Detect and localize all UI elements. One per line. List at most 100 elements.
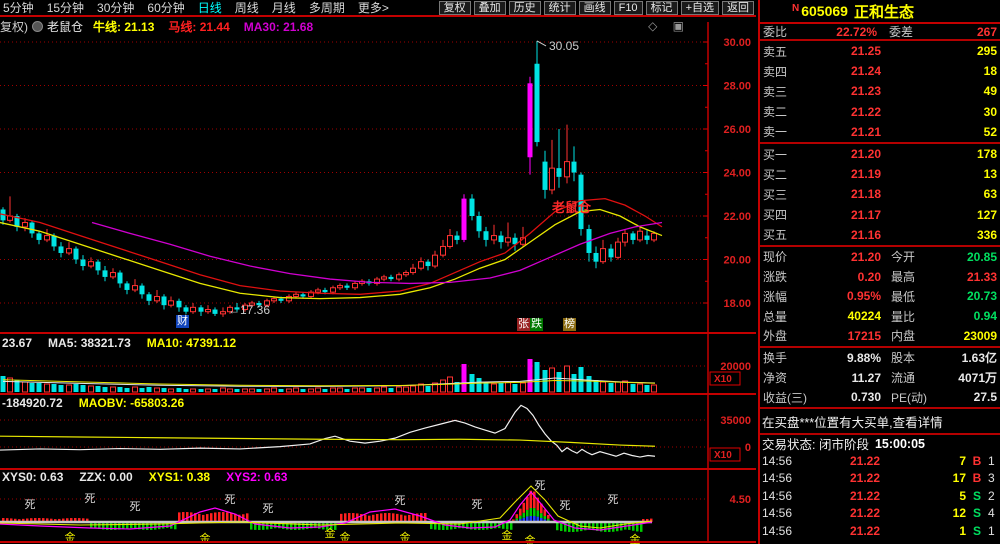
indicator-legend-item: XYS0: 0.63 <box>2 470 63 484</box>
svg-text:死: 死 <box>130 501 141 513</box>
toolbar-button-4[interactable]: 画线 <box>579 1 611 15</box>
indicator-legend-item: 23.67 <box>2 336 32 350</box>
stat-label: 今开 <box>891 248 935 265</box>
tx-extra: 1 <box>988 454 998 468</box>
bid-row[interactable]: 买三21.1863 <box>760 184 1000 204</box>
period-tab-6[interactable]: 月线 <box>272 0 296 16</box>
tx-price: 21.22 <box>810 524 880 538</box>
bid-row[interactable]: 买四21.17127 <box>760 205 1000 225</box>
stat-value: 0.730 <box>815 390 881 404</box>
svg-text:24.00: 24.00 <box>723 168 751 180</box>
indicator-name[interactable]: 老鼠仓 <box>47 18 83 35</box>
stat-value: 17215 <box>815 329 881 343</box>
stat-value: 40224 <box>815 309 881 323</box>
period-tab-5[interactable]: 周线 <box>235 0 259 16</box>
weicha-label: 委差 <box>889 23 933 40</box>
svg-text:金: 金 <box>630 532 641 544</box>
toolbar-button-1[interactable]: 叠加 <box>474 1 506 15</box>
indicator-legend-item: MAOBV: -65803.26 <box>79 396 184 410</box>
vol-axis-mult: X10 <box>710 372 740 385</box>
tx-row: 14:5621.2217B3 <box>760 470 1000 487</box>
candlesticks <box>1 41 657 317</box>
chart-badge[interactable]: 跌 <box>530 318 543 331</box>
period-tab-8[interactable]: 更多> <box>358 0 389 16</box>
tx-price: 21.22 <box>810 471 880 485</box>
toolbar-button-2[interactable]: 历史 <box>509 1 541 15</box>
svg-text:死: 死 <box>535 480 546 492</box>
ask-row[interactable]: 卖三21.2349 <box>760 81 1000 101</box>
tx-extra: 2 <box>988 489 998 503</box>
tx-side: B <box>966 471 988 485</box>
stat-value: 0.94 <box>935 309 997 323</box>
svg-text:22.00: 22.00 <box>723 211 751 223</box>
bid-row[interactable]: 买二21.1913 <box>760 164 1000 184</box>
ask-volume: 295 <box>881 44 997 58</box>
tx-extra: 4 <box>988 506 998 520</box>
stat-value: 0.20 <box>815 270 881 284</box>
indicator-dropdown-icon[interactable] <box>32 21 43 32</box>
period-tab-2[interactable]: 30分钟 <box>97 0 134 16</box>
stat-label: 最高 <box>891 268 935 285</box>
toolbar-buttons: 复权叠加历史统计画线F10标记+自选返回 <box>439 1 756 15</box>
stat-label: 股本 <box>891 349 935 366</box>
ask-row[interactable]: 卖五21.25295 <box>760 41 1000 61</box>
ma-lines: 30.05←17.36 <box>0 39 662 317</box>
stat-row: 收益(三)0.730PE(动)27.5 <box>760 387 1000 407</box>
tx-side: B <box>966 454 988 468</box>
chart-badge[interactable]: 财 <box>176 315 189 328</box>
obv-legend: -184920.72MAOBV: -65803.26 <box>2 396 200 410</box>
stat-row: 净资11.27流通4071万 <box>760 368 1000 388</box>
stat-row: 总量40224量比0.94 <box>760 306 1000 326</box>
stat-value: 20.85 <box>935 250 997 264</box>
tx-volume: 5 <box>880 489 966 503</box>
stock-header: N 605069 正和生态 <box>760 0 1000 24</box>
charts-canvas: 30.0028.0026.0024.0022.0020.0018.0030.05… <box>0 0 756 544</box>
big-order-alert-link[interactable]: 在买盘***位置有大买单,查看详情 <box>760 409 1000 433</box>
bid-price: 21.20 <box>811 147 881 161</box>
top-toolbar: 5分钟 15分钟 30分钟 60分钟日线周线月线多周期更多> 复权叠加历史统计画线F1… <box>0 0 756 17</box>
ask-price: 21.23 <box>811 84 881 98</box>
volume-legend: 23.67MA5: 38321.73MA10: 47391.12 <box>2 336 252 350</box>
chart-badge[interactable]: 榜 <box>563 318 576 331</box>
period-tab-1[interactable]: 15分钟 <box>47 0 84 16</box>
transaction-list[interactable]: 14:5621.227B114:5621.2217B314:5621.225S2… <box>760 452 1000 539</box>
toolbar-button-6[interactable]: 标记 <box>646 1 678 15</box>
stat-value: 27.5 <box>935 390 997 404</box>
ask-volume: 49 <box>881 84 997 98</box>
toolbar-button-0[interactable]: 复权 <box>439 1 471 15</box>
stat-label: 现价 <box>763 248 815 265</box>
adjust-mode-label[interactable]: 复权) <box>0 18 28 35</box>
grid: 30.0028.0026.0024.0022.0020.0018.00 <box>0 37 751 310</box>
ask-price: 21.25 <box>811 44 881 58</box>
tx-volume: 1 <box>880 524 966 538</box>
bid-label: 买三 <box>763 186 811 203</box>
svg-text:死: 死 <box>608 494 619 506</box>
ask-row[interactable]: 卖二21.2230 <box>760 102 1000 122</box>
tx-time: 14:56 <box>762 524 810 538</box>
bid-row[interactable]: 买五21.16336 <box>760 225 1000 245</box>
toolbar-button-3[interactable]: 统计 <box>544 1 576 15</box>
toolbar-button-5[interactable]: F10 <box>614 1 643 15</box>
stat-row: 现价21.20今开20.85 <box>760 247 1000 267</box>
toolbar-button-7[interactable]: +自选 <box>681 1 719 15</box>
bid-price: 21.17 <box>811 208 881 222</box>
indicator-legend-item: XYS2: 0.63 <box>226 470 287 484</box>
ask-price: 21.22 <box>811 105 881 119</box>
svg-text:金: 金 <box>525 533 536 544</box>
bid-label: 买二 <box>763 166 811 183</box>
period-tab-7[interactable]: 多周期 <box>309 0 345 16</box>
ask-row[interactable]: 卖一21.2152 <box>760 122 1000 142</box>
ask-row[interactable]: 卖四21.2418 <box>760 61 1000 81</box>
stat-value: 21.33 <box>935 270 997 284</box>
period-tab-4[interactable]: 日线 <box>198 0 222 16</box>
indicator-legend-item: XYS1: 0.38 <box>149 470 210 484</box>
bid-row[interactable]: 买一21.20178 <box>760 144 1000 164</box>
chart-view-icons[interactable]: ◇ ▣ <box>648 19 690 33</box>
bid-price: 21.19 <box>811 167 881 181</box>
period-tab-3[interactable]: 60分钟 <box>147 0 184 16</box>
chart-badge[interactable]: 张 <box>517 318 530 331</box>
toolbar-button-8[interactable]: 返回 <box>722 1 754 15</box>
svg-text:死: 死 <box>225 494 236 506</box>
stat-label: 量比 <box>891 308 935 325</box>
period-tab-0[interactable]: 5分钟 <box>3 0 34 16</box>
